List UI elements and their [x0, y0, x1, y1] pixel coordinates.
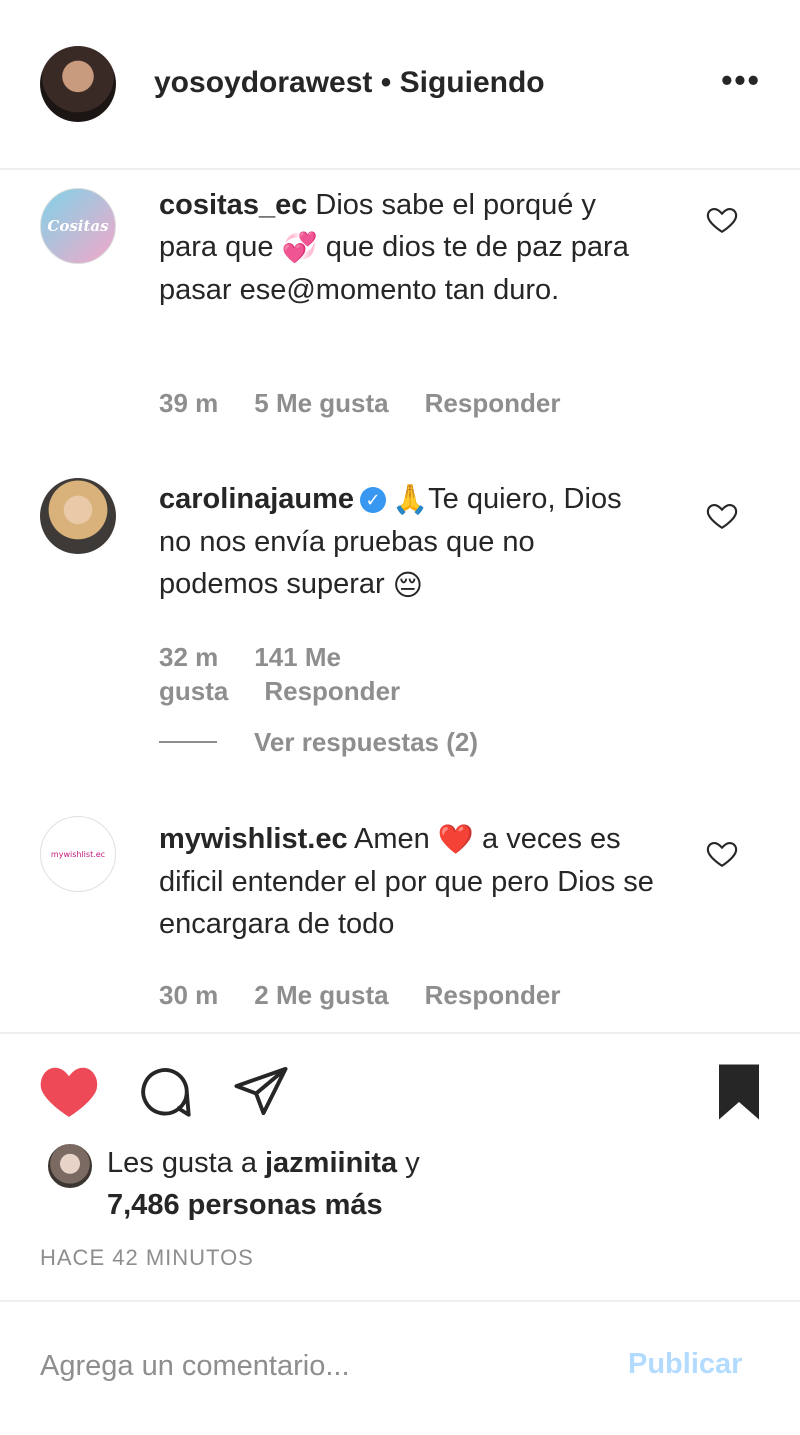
comment-likes[interactable]: 5 Me gusta: [254, 388, 388, 418]
share-icon[interactable]: [230, 1064, 292, 1118]
commenter-avatar[interactable]: Cositas: [40, 188, 116, 264]
bookmark-icon[interactable]: [714, 1062, 764, 1122]
comment-form: Publicar: [0, 1300, 800, 1435]
likes-count[interactable]: 7,486 personas más: [107, 1189, 383, 1221]
comment-username[interactable]: cositas_ec: [159, 189, 307, 221]
liker-avatar[interactable]: [46, 1142, 94, 1190]
post-header: yosoydorawest • Siguiendo •••: [0, 0, 800, 170]
emoji: 💞: [281, 232, 318, 265]
comment-icon[interactable]: [134, 1064, 196, 1122]
comment-meta: 32 m 141 Me gusta Responder: [159, 640, 479, 708]
emoji: ❤️: [437, 824, 474, 857]
comment-meta: 39 m 5 Me gusta Responder: [159, 388, 596, 419]
reply-button[interactable]: Responder: [425, 388, 561, 418]
comment-likes[interactable]: 2 Me gusta: [254, 980, 388, 1010]
view-replies-button[interactable]: Ver respuestas (2): [254, 727, 478, 758]
publish-button[interactable]: Publicar: [628, 1348, 742, 1381]
liker-username[interactable]: jazmiinita: [265, 1147, 397, 1179]
likes-middle: y: [397, 1147, 420, 1179]
comment-input[interactable]: [40, 1344, 600, 1388]
comment-text: carolinajaume ✓ 🙏Te quiero, Dios no nos en…: [159, 478, 659, 607]
verified-badge-icon: ✓: [360, 487, 387, 514]
comment-username[interactable]: mywishlist.ec: [159, 823, 348, 855]
reply-button[interactable]: Responder: [425, 980, 561, 1010]
separator: •: [372, 66, 400, 99]
commenter-avatar[interactable]: mywishlist.ec: [40, 816, 116, 892]
heart-icon[interactable]: [38, 1062, 100, 1120]
comment-time: 32 m: [159, 642, 219, 672]
replies-divider: [159, 741, 217, 743]
author-avatar[interactable]: [40, 46, 116, 122]
avatar-logo-text: mywishlist.ec: [50, 849, 106, 859]
comment-time: 30 m: [159, 980, 219, 1010]
comment-meta: 30 m 2 Me gusta Responder: [159, 980, 596, 1011]
more-options-icon[interactable]: •••: [716, 60, 766, 110]
comment-body: Amen: [347, 823, 438, 855]
post-timestamp: HACE 42 MINUTOS: [40, 1245, 254, 1270]
comment-username[interactable]: carolinajaume: [159, 483, 354, 515]
section-divider: [0, 1032, 800, 1034]
like-comment-heart-icon[interactable]: [705, 836, 739, 870]
emoji: 😔: [392, 569, 423, 602]
author-line: yosoydorawest • Siguiendo: [154, 66, 545, 100]
emoji: 🙏: [392, 484, 429, 517]
action-bar: [0, 1040, 800, 1140]
likes-prefix: Les gusta a: [107, 1147, 265, 1179]
comment-time: 39 m: [159, 388, 219, 418]
avatar-logo-text: Cositas: [47, 217, 109, 235]
like-comment-heart-icon[interactable]: [705, 498, 739, 532]
author-username[interactable]: yosoydorawest: [154, 66, 372, 99]
reply-button[interactable]: Responder: [264, 676, 400, 706]
commenter-avatar[interactable]: [40, 478, 116, 554]
comment-text: cositas_ec Dios sabe el porqué y para qu…: [159, 184, 659, 311]
likes-summary: Les gusta a jazmiinita y 7,486 personas …: [107, 1142, 707, 1226]
comment-text: mywishlist.ec Amen ❤️ a veces es dificil…: [159, 818, 659, 945]
like-comment-heart-icon[interactable]: [705, 202, 739, 236]
follow-status[interactable]: Siguiendo: [400, 66, 545, 99]
